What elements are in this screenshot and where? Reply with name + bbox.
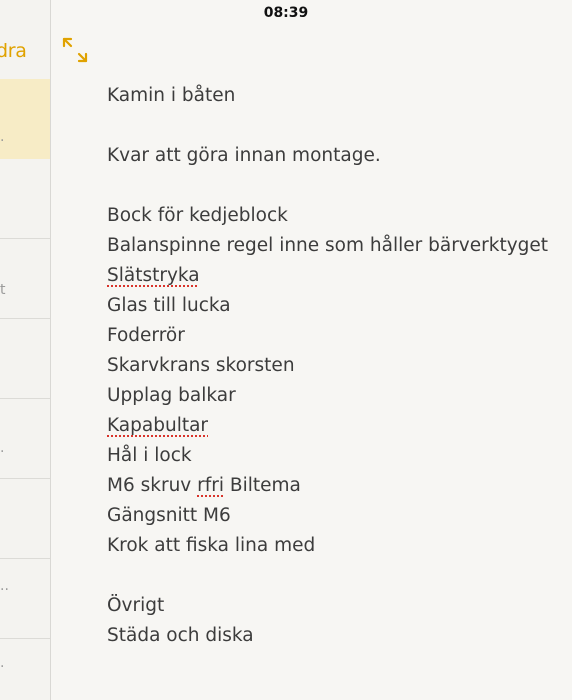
edit-button[interactable]: dra <box>0 40 50 62</box>
row-divider <box>0 558 50 559</box>
row-divider <box>0 318 50 319</box>
note-row[interactable]: t <box>0 282 10 298</box>
list-item: Glas till lucka <box>107 295 231 316</box>
note-row[interactable]: .. <box>0 578 10 594</box>
note-row[interactable]: . <box>0 655 10 671</box>
note-subtitle: Kvar att göra innan montage. <box>107 145 381 166</box>
note-row[interactable]: . <box>0 440 10 456</box>
list-item: Skarvkrans skorsten <box>107 355 295 376</box>
list-item: Hål i lock <box>107 445 192 466</box>
row-divider <box>0 238 50 239</box>
list-item-text: Biltema <box>224 475 301 496</box>
expand-arrows-icon[interactable] <box>61 36 89 64</box>
list-item: Gängsnitt M6 <box>107 505 231 526</box>
section-heading: Övrigt <box>107 595 165 616</box>
selected-note-row[interactable]: . <box>0 79 50 159</box>
misspelled-word[interactable]: rfri <box>197 475 224 496</box>
list-item: Bock för kedjeblock <box>107 205 288 226</box>
list-item: Städa och diska <box>107 625 254 646</box>
list-item: Foderrör <box>107 325 185 346</box>
row-divider <box>0 638 50 639</box>
list-item: Kapabultar <box>107 411 567 441</box>
misspelled-word[interactable]: Kapabultar <box>107 415 208 436</box>
row-divider <box>0 478 50 479</box>
note-title: Kamin i båten <box>107 85 236 106</box>
misspelled-word[interactable]: Slätstryka <box>107 265 200 286</box>
list-item: Balanspinne regel inne som håller bärver… <box>107 235 549 256</box>
row-preview-text: . <box>0 129 5 145</box>
list-item: Slätstryka <box>107 261 567 291</box>
status-bar-time: 08:39 <box>263 5 309 21</box>
notes-list-sidebar: dra . t . .. . <box>0 0 51 700</box>
row-divider <box>0 398 50 399</box>
note-body[interactable]: Kamin i båten Kvar att göra innan montag… <box>107 81 567 651</box>
list-item-text: M6 skruv <box>107 475 198 496</box>
list-item: Krok att fiska lina med <box>107 535 316 556</box>
list-item: Upplag balkar <box>107 385 236 406</box>
list-item: M6 skruv rfri Biltema <box>107 471 567 501</box>
